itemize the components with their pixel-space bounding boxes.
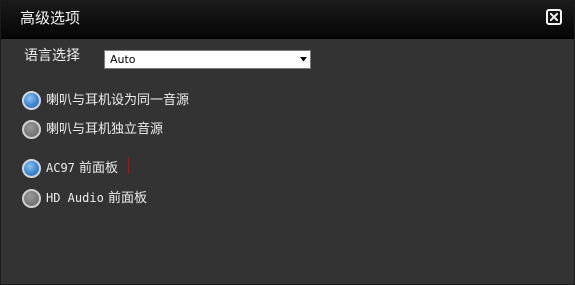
ac97-code: AC97 — [46, 161, 75, 175]
radio-button-unselected[interactable] — [22, 120, 41, 139]
radio-label-ac97: AC97 前面板 — [46, 159, 118, 178]
language-select-value: Auto — [110, 53, 136, 66]
language-select[interactable]: Auto — [104, 50, 311, 69]
radio-button-unselected[interactable] — [22, 189, 41, 208]
dialog-title: 高级选项 — [20, 9, 81, 27]
radio-label-same-source: 喇叭与耳机设为同一音源 — [46, 93, 190, 108]
focus-indicator — [128, 158, 129, 174]
ac97-suffix: 前面板 — [79, 161, 119, 176]
close-button[interactable] — [546, 9, 562, 25]
radio-button-selected[interactable] — [22, 91, 41, 110]
close-icon — [550, 13, 558, 21]
advanced-options-dialog: 高级选项 语言选择 Auto 喇叭与耳机设为同一音源 喇叭与耳机独立音源 AC9… — [0, 0, 575, 285]
dropdown-arrow-icon — [300, 57, 307, 62]
language-label: 语言选择 — [24, 48, 80, 64]
hd-audio-code: HD Audio — [46, 191, 104, 205]
hd-audio-suffix: 前面板 — [107, 191, 147, 206]
title-bar: 高级选项 — [1, 1, 574, 39]
radio-label-independent-source: 喇叭与耳机独立音源 — [46, 122, 164, 137]
radio-label-hd-audio: HD Audio 前面板 — [46, 189, 147, 208]
radio-button-selected[interactable] — [22, 159, 41, 178]
